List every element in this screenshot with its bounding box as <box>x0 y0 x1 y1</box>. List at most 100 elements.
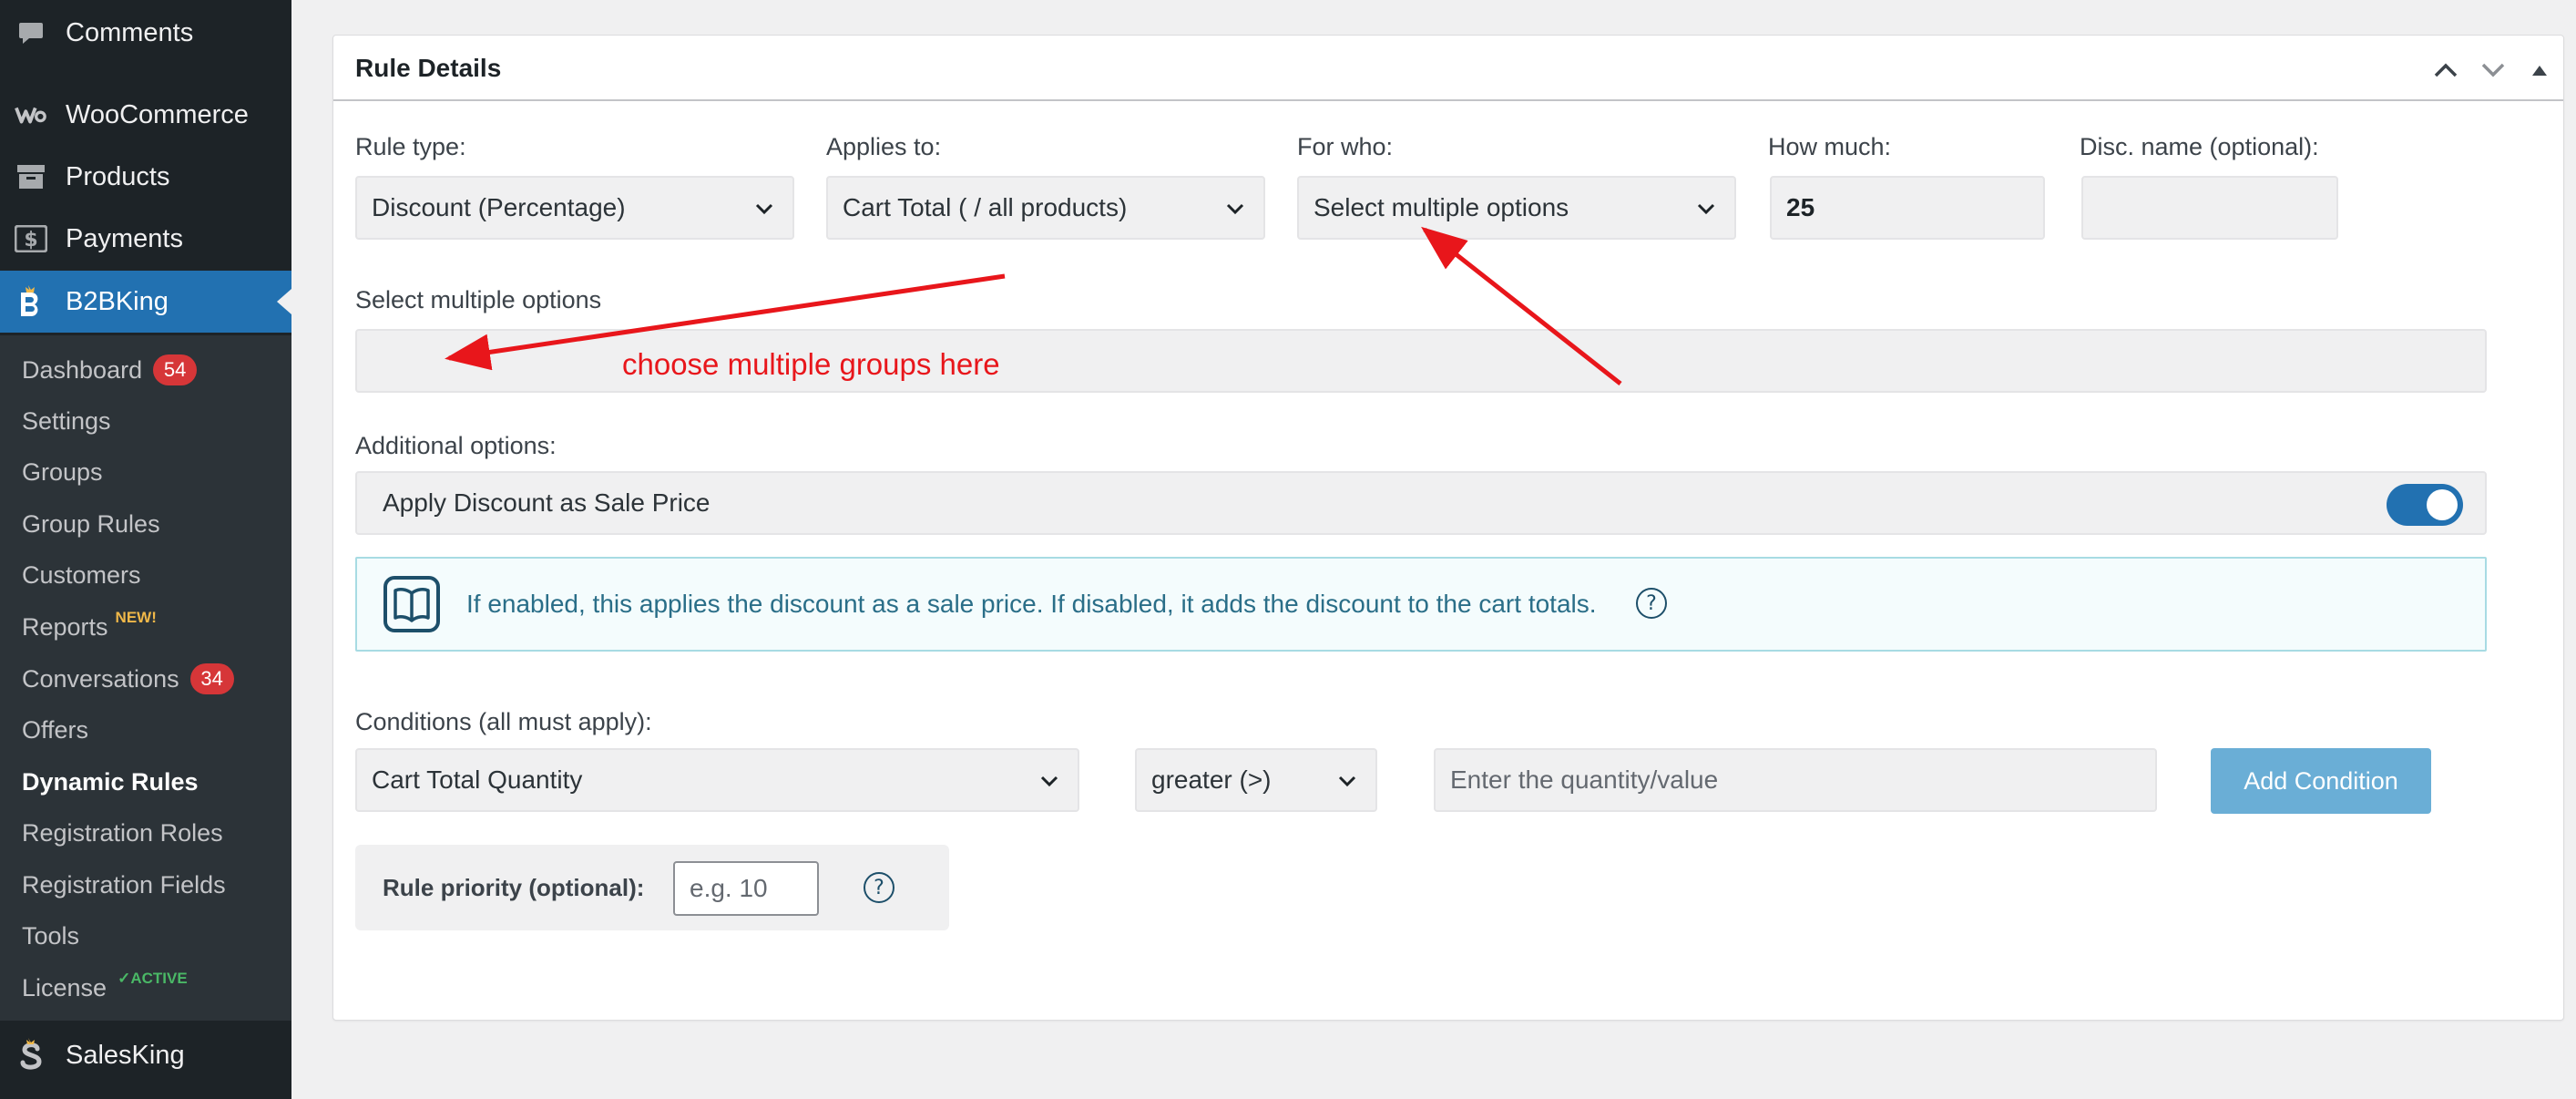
applies-to-value: Cart Total ( / all products) <box>843 193 1128 221</box>
sale-price-option-row: Apply Discount as Sale Price <box>355 471 2487 535</box>
for-who-select[interactable]: Select multiple options <box>1297 176 1736 240</box>
panel-title: Rule Details <box>355 54 502 82</box>
submenu-label: Reports <box>22 612 108 641</box>
sidebar-item-label: Comments <box>66 17 194 47</box>
submenu-label: Offers <box>22 715 89 744</box>
how-much-input[interactable]: 25 <box>1770 176 2045 240</box>
rule-details-panel: Rule Details Rule type: Applies to: For … <box>332 35 2564 1021</box>
salesking-icon <box>15 1038 47 1072</box>
help-icon[interactable]: ? <box>1636 588 1667 619</box>
submenu-label: Tools <box>22 921 80 950</box>
new-tag: NEW! <box>115 609 157 626</box>
info-notice: If enabled, this applies the discount as… <box>355 557 2487 652</box>
how-much-value: 25 <box>1786 193 1815 221</box>
applies-to-select[interactable]: Cart Total ( / all products) <box>826 176 1265 240</box>
additional-options-label: Additional options: <box>355 432 557 459</box>
comment-icon <box>15 16 47 49</box>
operator-select[interactable]: greater (>) <box>1135 748 1377 812</box>
submenu-item-groups[interactable]: Groups <box>22 454 103 490</box>
chevron-down-icon <box>755 203 773 215</box>
toggle-panel-button[interactable] <box>2521 52 2558 88</box>
submenu-label: Dynamic Rules <box>22 767 199 796</box>
submenu-item-settings[interactable]: Settings <box>22 403 111 439</box>
operator-value: greater (>) <box>1151 765 1272 794</box>
add-condition-button[interactable]: Add Condition <box>2211 748 2431 814</box>
submenu-label: Dashboard <box>22 355 143 384</box>
applies-to-label: Applies to: <box>826 133 942 160</box>
notification-badge: 34 <box>189 663 234 694</box>
rule-type-value: Discount (Percentage) <box>372 193 626 221</box>
info-text: If enabled, this applies the discount as… <box>466 590 1597 619</box>
sidebar-item-label: Products <box>66 161 170 191</box>
sale-price-toggle[interactable] <box>2387 484 2463 526</box>
condition-select[interactable]: Cart Total Quantity <box>355 748 1079 812</box>
submenu-item-dashboard[interactable]: Dashboard 54 <box>22 352 198 388</box>
move-up-button[interactable] <box>2428 52 2464 88</box>
disc-name-input[interactable] <box>2081 176 2338 240</box>
rule-type-label: Rule type: <box>355 133 466 160</box>
info-message: If enabled, this applies the discount as… <box>466 590 1597 618</box>
submenu-item-conversations[interactable]: Conversations 34 <box>22 661 234 697</box>
active-indicator <box>277 289 291 314</box>
move-down-button[interactable] <box>2475 52 2511 88</box>
submenu-item-offers[interactable]: Offers <box>22 712 88 748</box>
submenu-item-customers[interactable]: Customers <box>22 557 141 593</box>
chevron-up-icon <box>2434 63 2458 77</box>
submenu-item-group-rules[interactable]: Group Rules <box>22 506 160 542</box>
notification-badge: 54 <box>153 354 198 385</box>
sidebar-item-label: WooCommerce <box>66 99 249 129</box>
dollar-icon: $ <box>15 222 47 255</box>
rule-type-select[interactable]: Discount (Percentage) <box>355 176 794 240</box>
priority-label: Rule priority (optional): <box>383 874 645 901</box>
sidebar-item-label: B2BKing <box>66 286 169 316</box>
active-tag: ✓ACTIVE <box>118 970 188 987</box>
for-who-label: For who: <box>1297 133 1394 160</box>
b2bking-submenu: Dashboard 54 Settings Groups Group Rules… <box>0 335 291 1021</box>
sidebar-item-label: Payments <box>66 223 183 253</box>
svg-text:$: $ <box>24 229 37 252</box>
submenu-label: Registration Fields <box>22 870 226 899</box>
submenu-item-reports[interactable]: Reports NEW! <box>22 609 157 645</box>
disc-name-label: Disc. name (optional): <box>2080 133 2319 160</box>
sidebar-item-comments[interactable]: Comments <box>0 2 291 64</box>
multi-select-label: Select multiple options <box>355 286 602 313</box>
rule-priority-box: Rule priority (optional): e.g. 10 ? <box>355 845 949 930</box>
annotation-text: choose multiple groups here <box>622 347 1000 381</box>
b2bking-icon <box>15 285 47 318</box>
submenu-item-tools[interactable]: Tools <box>22 918 79 954</box>
sidebar-item-woocommerce[interactable]: WooCommerce <box>0 84 291 146</box>
woocommerce-icon <box>15 98 47 131</box>
sidebar-item-label: SalesKing <box>66 1040 185 1070</box>
toggle-knob <box>2427 489 2458 520</box>
condition-value-placeholder: Enter the quantity/value <box>1450 765 1719 794</box>
priority-placeholder: e.g. 10 <box>690 874 768 902</box>
triangle-up-icon <box>2532 66 2547 76</box>
submenu-label: Customers <box>22 560 141 589</box>
submenu-item-dynamic-rules[interactable]: Dynamic Rules <box>22 764 199 800</box>
priority-input[interactable]: e.g. 10 <box>673 861 819 916</box>
submenu-item-registration-roles[interactable]: Registration Roles <box>22 815 223 851</box>
sidebar-item-salesking[interactable]: SalesKing <box>0 1024 291 1086</box>
condition-value: Cart Total Quantity <box>372 765 583 794</box>
chevron-down-icon <box>2481 63 2505 77</box>
submenu-item-registration-fields[interactable]: Registration Fields <box>22 867 226 903</box>
submenu-label: Settings <box>22 406 111 435</box>
archive-icon <box>15 160 47 193</box>
condition-value-input[interactable]: Enter the quantity/value <box>1434 748 2157 812</box>
submenu-item-license[interactable]: License ✓ACTIVE <box>22 970 188 1006</box>
submenu-label: License <box>22 973 107 1001</box>
chevron-down-icon <box>1040 775 1058 787</box>
submenu-label: Group Rules <box>22 509 160 538</box>
chevron-down-icon <box>1226 203 1244 215</box>
admin-sidebar: Comments WooCommerce Products $ Payments… <box>0 0 291 1099</box>
conditions-label: Conditions (all must apply): <box>355 708 652 735</box>
chevron-down-icon <box>1338 775 1356 787</box>
help-icon[interactable]: ? <box>864 872 894 903</box>
sidebar-item-products[interactable]: Products <box>0 146 291 208</box>
for-who-value: Select multiple options <box>1314 193 1569 221</box>
chevron-down-icon <box>1697 203 1715 215</box>
sale-price-option-label: Apply Discount as Sale Price <box>383 488 710 517</box>
sidebar-item-b2bking[interactable]: B2BKing <box>0 271 291 333</box>
how-much-label: How much: <box>1768 133 1892 160</box>
sidebar-item-payments[interactable]: $ Payments <box>0 208 291 270</box>
